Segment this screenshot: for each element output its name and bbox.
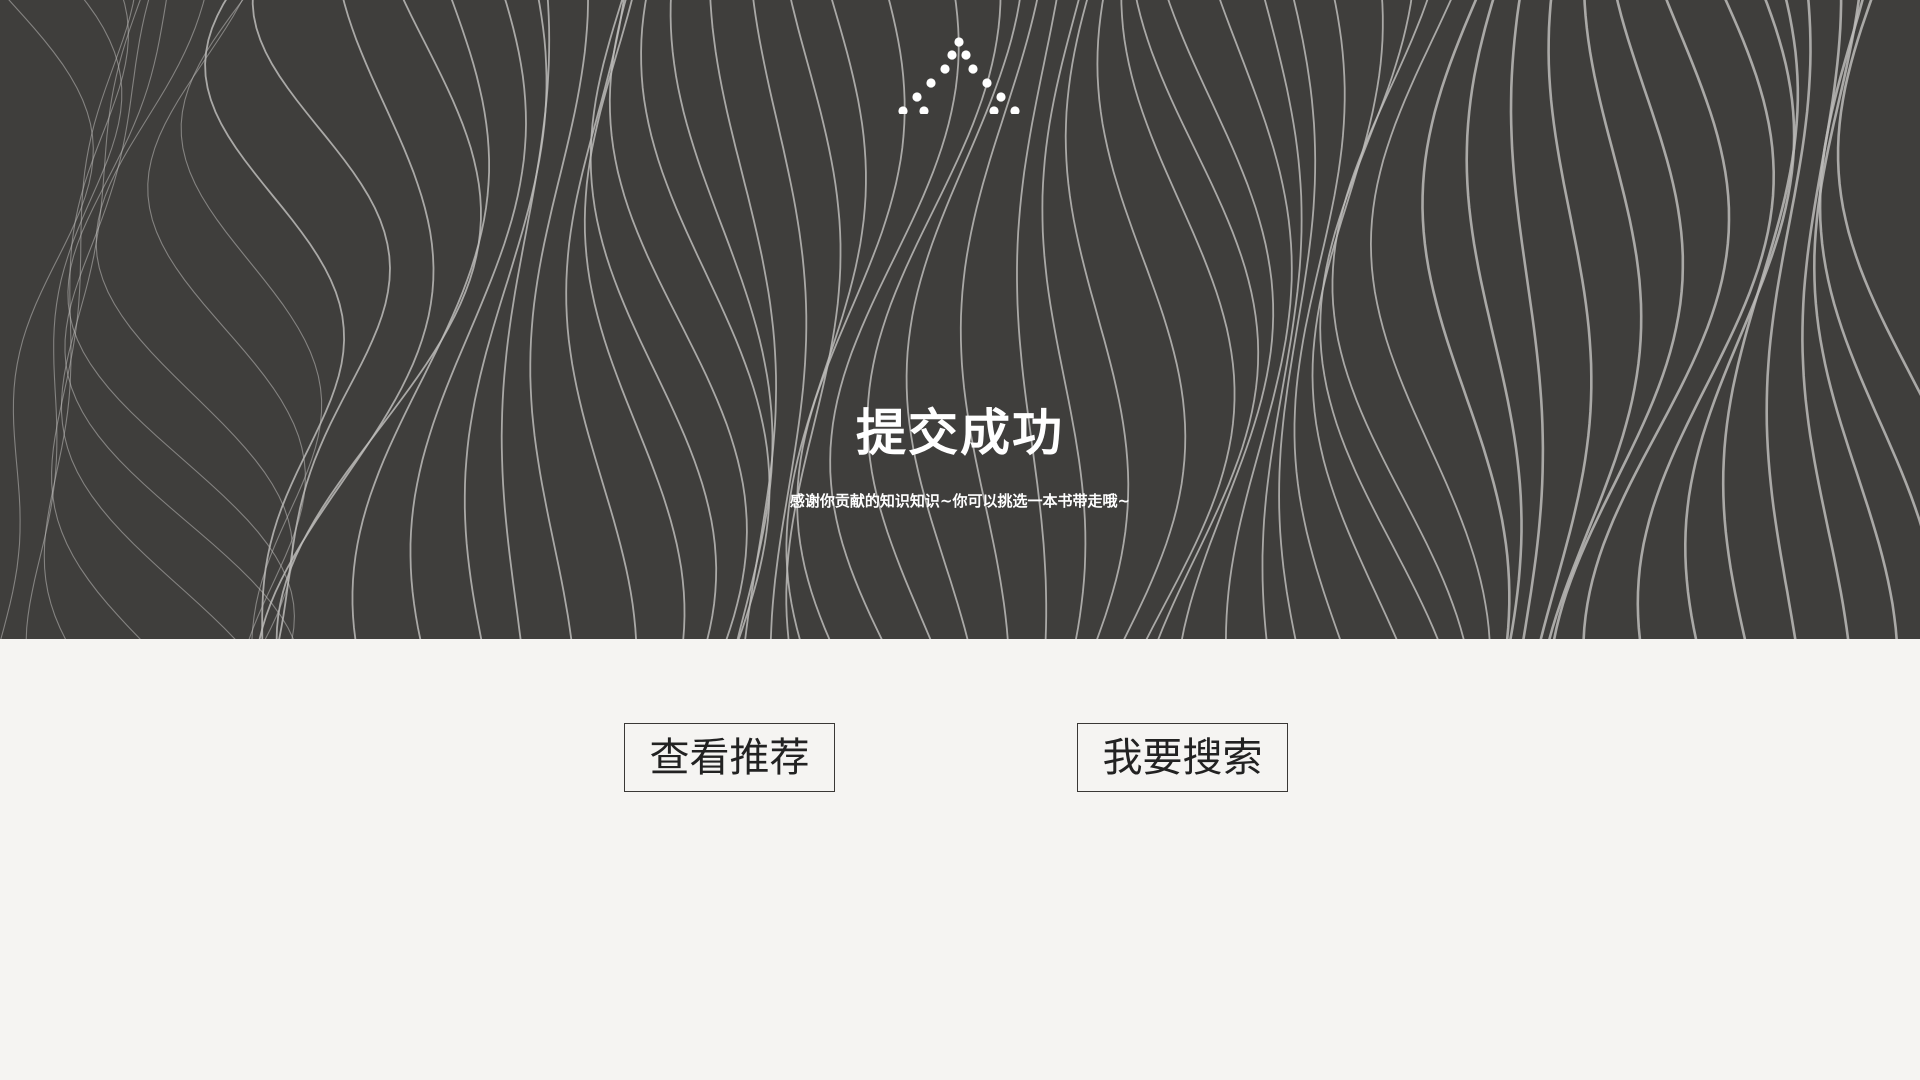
hero-banner: 提交成功 感谢你贡献的知识知识~你可以挑选一本书带走哦~ bbox=[0, 0, 1920, 639]
wave-line bbox=[640, 0, 771, 639]
wave-line bbox=[463, 0, 548, 639]
page-title: 提交成功 bbox=[856, 404, 1064, 462]
wave-line bbox=[258, 0, 435, 639]
wave-line bbox=[1552, 0, 1685, 639]
wave-line bbox=[1812, 0, 1898, 639]
wave-line bbox=[147, 0, 306, 639]
wave-line bbox=[583, 0, 686, 639]
wave-line bbox=[709, 0, 778, 639]
wave-line bbox=[1311, 0, 1398, 639]
wave-line bbox=[565, 0, 637, 639]
wave-line bbox=[796, 0, 906, 639]
wave-line bbox=[1096, 0, 1187, 639]
wave-line bbox=[785, 0, 867, 639]
wave-line bbox=[60, 0, 236, 639]
wave-line bbox=[0, 0, 94, 639]
view-recommendations-button[interactable]: 查看推荐 bbox=[624, 723, 835, 792]
wave-line bbox=[1818, 0, 1920, 527]
page-subtitle: 感谢你贡献的知识知识~你可以挑选一本书带走哦~ bbox=[789, 492, 1131, 510]
page: 提交成功 感谢你贡献的知识知识~你可以挑选一本书带走哦~ 查看推荐 我要搜索 bbox=[0, 0, 1920, 1080]
wave-line bbox=[1041, 0, 1087, 639]
search-button[interactable]: 我要搜索 bbox=[1077, 723, 1288, 792]
wave-line bbox=[669, 0, 774, 639]
wave-line bbox=[1120, 0, 1236, 639]
wave-line bbox=[1582, 0, 1731, 639]
wave-line bbox=[785, 0, 842, 639]
wave-line bbox=[95, 0, 294, 639]
wave-line bbox=[204, 0, 346, 639]
wave-line bbox=[51, 0, 141, 639]
wave-line bbox=[1064, 0, 1130, 639]
wave-line bbox=[1548, 0, 1643, 639]
wave-line bbox=[529, 0, 589, 639]
wave-line bbox=[180, 0, 323, 639]
wave-line bbox=[1421, 0, 1511, 639]
wave-line bbox=[43, 0, 129, 639]
wave-line bbox=[25, 0, 123, 639]
wave-line bbox=[1465, 0, 1523, 639]
wave-line bbox=[1721, 0, 1800, 639]
wave-line bbox=[1509, 0, 1545, 639]
wave-line bbox=[351, 0, 490, 639]
mountain-dots-icon bbox=[898, 37, 1020, 114]
wave-line bbox=[251, 0, 391, 639]
